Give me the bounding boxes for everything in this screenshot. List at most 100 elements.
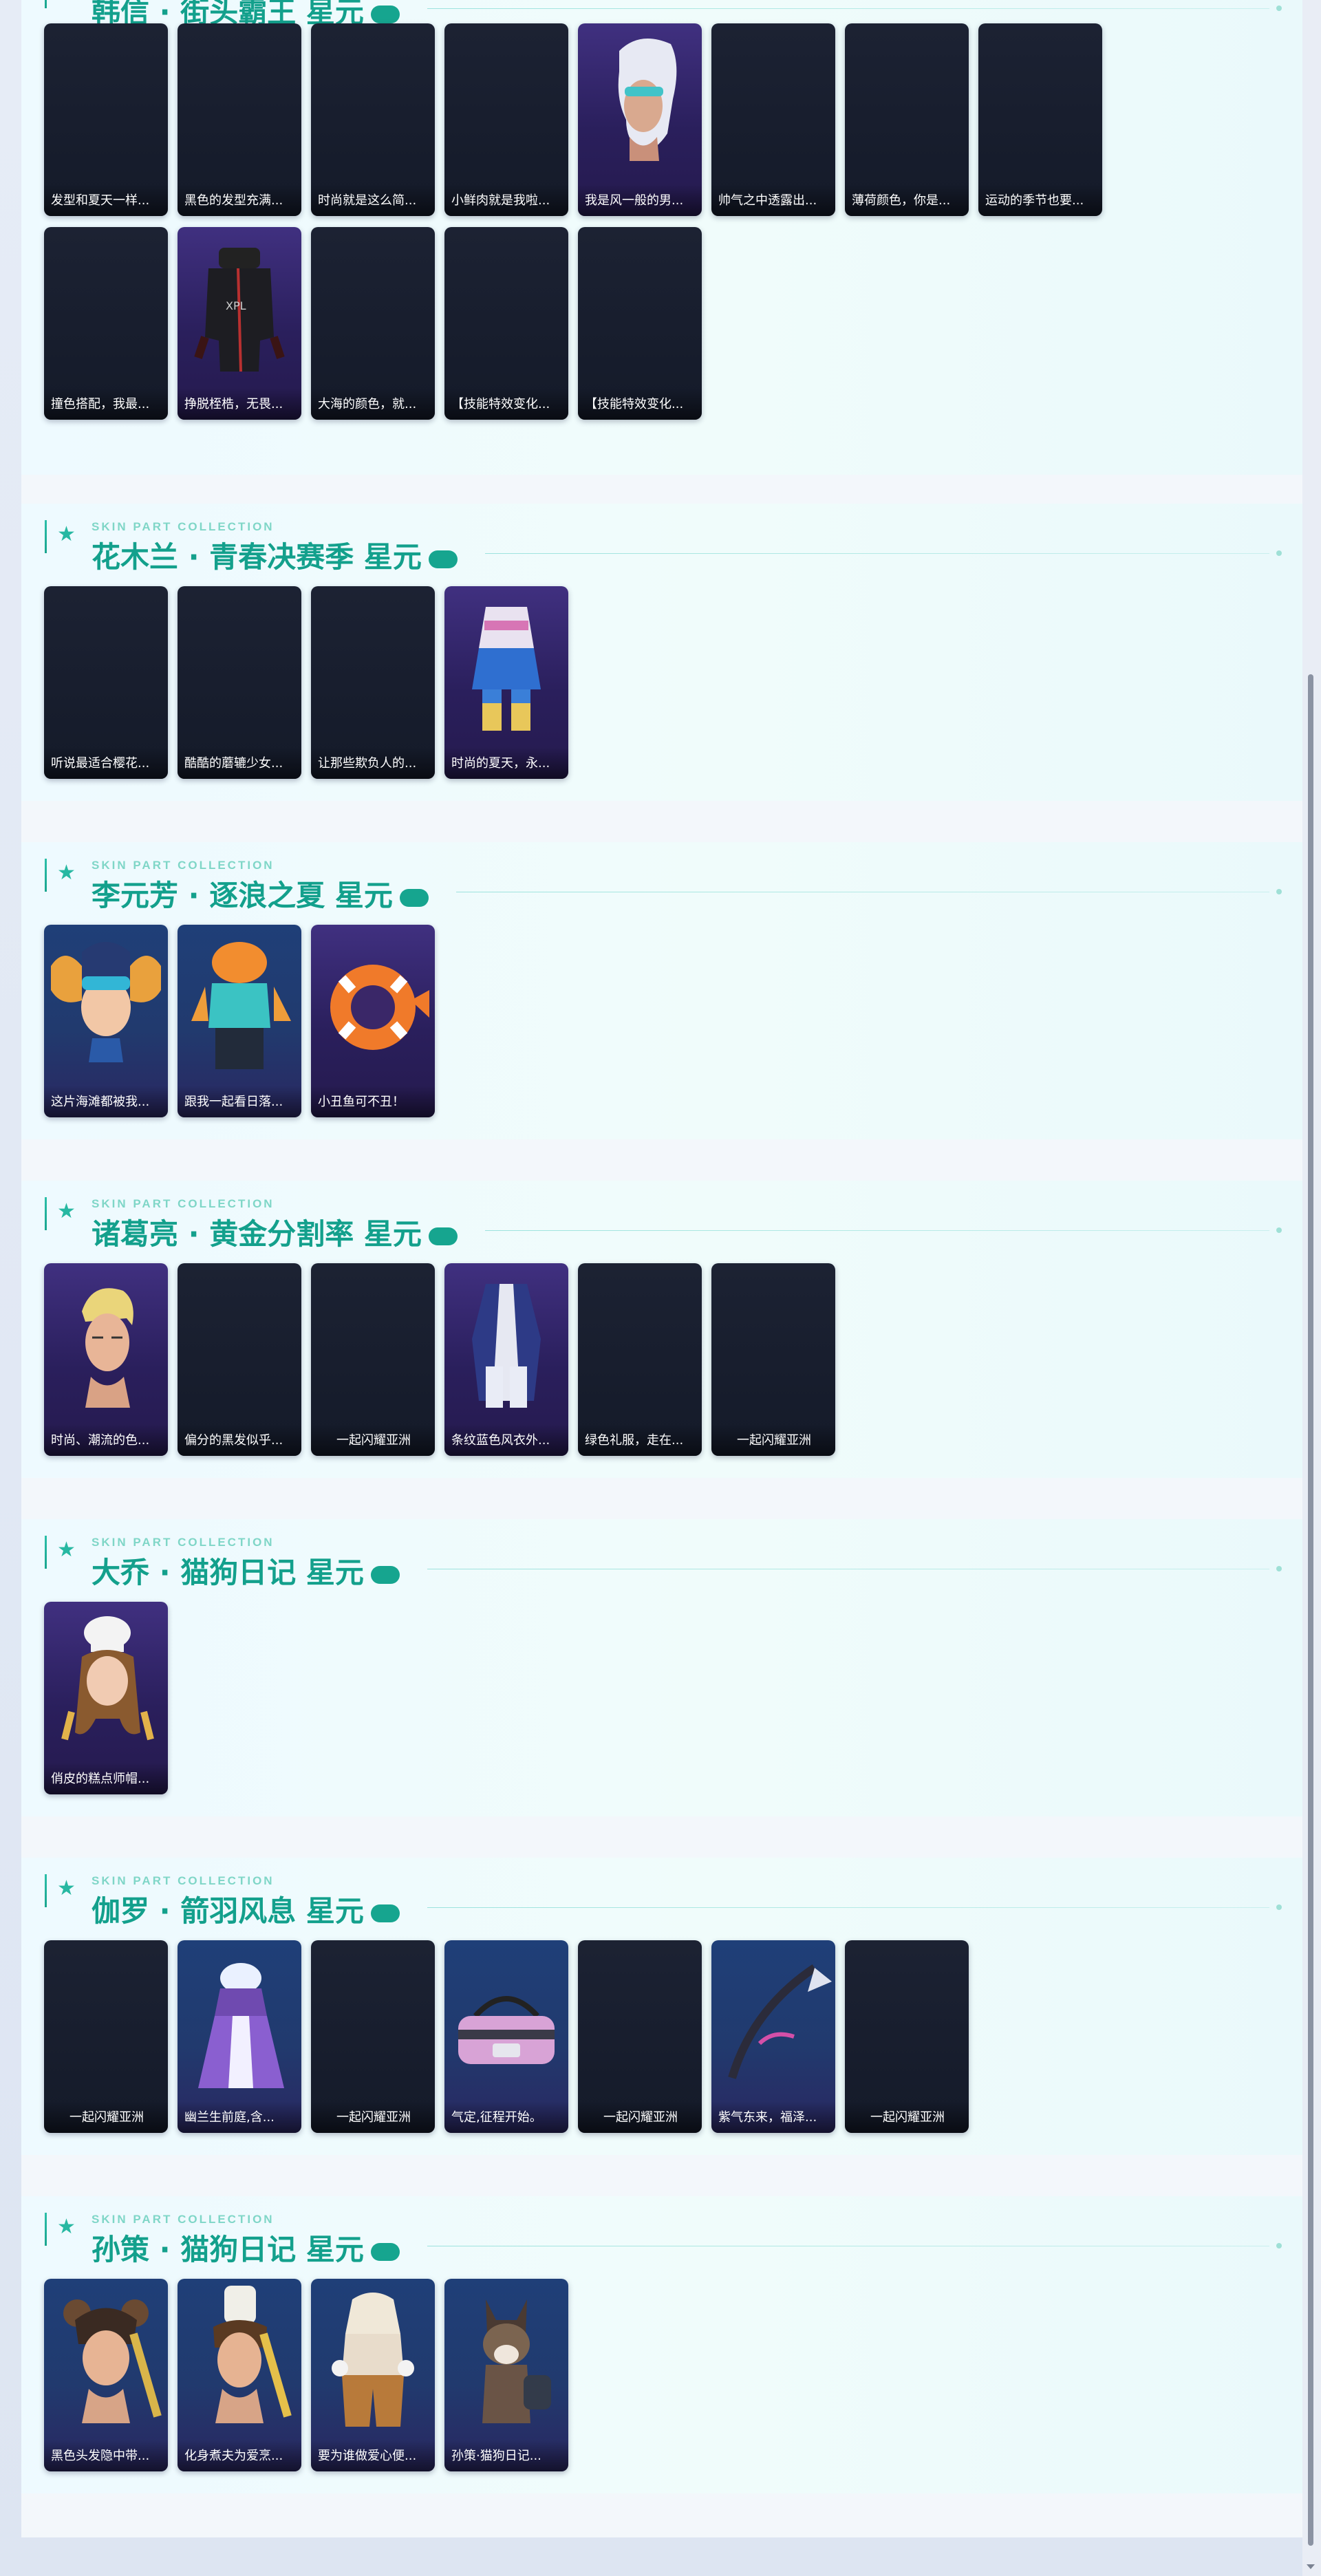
title-badge [370,1565,400,1584]
title-badge [428,1227,458,1245]
card-caption-text: 大海的颜色，就... [318,397,417,411]
section-title: 伽罗 · 箭羽风息 星元 [92,1888,400,1930]
skin-part-card[interactable]: 一起闪耀亚洲 [311,1263,435,1456]
card-caption: 一起闪耀亚洲 [578,2101,702,2133]
card-caption: 让那些欺负人的... [311,747,435,779]
title-badge [370,1904,400,1922]
scrollbar-thumb[interactable] [1308,674,1313,2546]
card-caption-text: 一起闪耀亚洲 [603,2110,678,2125]
card-caption-text: 一起闪耀亚洲 [336,1433,411,1448]
section-kicker: SKIN PART COLLECTION [92,2213,275,2226]
card-caption: 【技能特效变化... [578,388,702,420]
card-caption-text: 这片海滩都被我... [51,1095,150,1109]
title-badge [370,2242,400,2261]
skin-part-card[interactable]: 大海的颜色，就... [311,227,435,420]
section-end-dot [1276,1904,1282,1910]
section-divider [427,1907,1269,1908]
card-caption: 化身煮夫为爱烹... [178,2440,301,2471]
card-caption: 一起闪耀亚洲 [845,2101,969,2133]
skin-part-card[interactable]: 听说最适合樱花... [44,586,168,779]
card-caption-text: 运动的季节也要... [985,193,1084,208]
card-caption-text: 绿色礼服，走在... [585,1433,684,1448]
card-caption: 小鲜肉就是我啦... [444,184,568,216]
section-divider [484,1230,1269,1231]
skin-part-card[interactable]: 时尚就是这么简... [311,23,435,216]
skin-part-card[interactable]: 一起闪耀亚洲 [578,1940,702,2133]
card-caption: 黑色头发隐中带... [44,2440,168,2471]
scroll-down-arrow-icon[interactable] [1307,2564,1315,2569]
skin-part-card[interactable]: 绿色礼服，走在... [578,1263,702,1456]
skin-part-card[interactable]: 帅气之中透露出... [711,23,835,216]
card-caption-text: 一起闪耀亚洲 [69,2110,144,2125]
collection-section: ★ SKIN PART COLLECTION 花木兰 · 青春决赛季 星元 听说… [21,504,1302,801]
skin-part-card[interactable]: 条纹蓝色风衣外... [444,1263,568,1456]
skin-part-card[interactable]: 撞色搭配，我最... [44,227,168,420]
skin-part-card[interactable]: 气定,征程开始。 [444,1940,568,2133]
title-badge [370,5,400,23]
card-caption: 撞色搭配，我最... [44,388,168,420]
skin-part-card[interactable]: 化身煮夫为爱烹... [178,2279,301,2471]
skin-part-card[interactable]: 跟我一起看日落... [178,925,301,1117]
skin-part-card[interactable]: 黑色的发型充满... [178,23,301,216]
section-accent-bar [45,2213,47,2246]
card-caption-text: 【技能特效变化... [585,397,684,411]
section-title-text: 诸葛亮 · 黄金分割率 星元 [92,1217,422,1251]
skin-part-card[interactable]: 时尚的夏天，永... [444,586,568,779]
section-accent-bar [45,520,47,553]
skin-part-card[interactable]: 一起闪耀亚洲 [711,1263,835,1456]
skin-part-card[interactable]: 小鲜肉就是我啦... [444,23,568,216]
skin-part-card[interactable]: 时尚、潮流的色... [44,1263,168,1456]
skin-part-card[interactable]: 我是风一般的男... [578,23,702,216]
skin-part-card[interactable]: 黑色头发隐中带... [44,2279,168,2471]
card-caption: 【技能特效变化... [444,388,568,420]
skin-part-card[interactable]: 一起闪耀亚洲 [44,1940,168,2133]
skin-part-card[interactable]: 俏皮的糕点师帽... [44,1602,168,1794]
skin-part-card[interactable]: 小丑鱼可不丑！ [311,925,435,1117]
skin-part-card[interactable]: 薄荷颜色，你是... [845,23,969,216]
card-caption-text: 酷酷的蘑辘少女... [184,756,283,771]
section-title: 诸葛亮 · 黄金分割率 星元 [92,1211,458,1253]
hoodie-outfit-image [311,2279,435,2440]
section-kicker: SKIN PART COLLECTION [92,1197,275,1210]
card-caption-text: 紫气东来，福泽... [718,2110,817,2125]
skin-part-card[interactable]: 一起闪耀亚洲 [845,1940,969,2133]
white-hair-head-image [578,23,702,184]
skin-part-card[interactable]: 偏分的黑发似乎... [178,1263,301,1456]
section-end-dot [1276,1227,1282,1233]
card-caption: 俏皮的糕点师帽... [44,1763,168,1794]
skin-part-card[interactable]: 发型和夏天一样... [44,23,168,216]
card-caption-text: 帅气之中透露出... [718,193,817,208]
card-caption-text: 我是风一般的男... [585,193,684,208]
section-end-dot [1276,6,1282,11]
skin-part-card[interactable]: 【技能特效变化... [578,227,702,420]
card-caption: 听说最适合樱花... [44,747,168,779]
skin-part-card[interactable]: 一起闪耀亚洲 [311,1940,435,2133]
card-caption-text: 一起闪耀亚洲 [336,2110,411,2125]
skin-part-card[interactable]: 【技能特效变化... [444,227,568,420]
skin-part-card[interactable]: 让那些欺负人的... [311,586,435,779]
card-caption-text: 小鲜肉就是我啦... [451,193,550,208]
card-caption: 运动的季节也要... [978,184,1102,216]
card-caption: 幽兰生前庭,含... [178,2101,301,2133]
skin-part-card[interactable]: XPL 挣脱桎梏，无畏... [178,227,301,420]
skin-part-card[interactable]: 孙策·猫狗日记... [444,2279,568,2471]
skin-part-card[interactable]: 运动的季节也要... [978,23,1102,216]
section-accent-bar [45,0,47,8]
skin-part-card[interactable]: 紫气东来，福泽... [711,1940,835,2133]
skin-part-card[interactable]: 这片海滩都被我... [44,925,168,1117]
skin-part-card[interactable]: 要为谁做爱心便... [311,2279,435,2471]
section-end-dot [1276,550,1282,556]
vertical-scrollbar[interactable] [1302,0,1321,2576]
card-caption-text: 时尚的夏天，永... [451,756,550,771]
chef-head-image [44,1602,168,1763]
collection-section: ★ SKIN PART COLLECTION 孙策 · 猫狗日记 星元 黑色头发… [21,2196,1302,2493]
card-caption: 孙策·猫狗日记... [444,2440,568,2471]
star-icon: ★ [57,1877,76,1900]
section-kicker: SKIN PART COLLECTION [92,1536,275,1549]
card-caption: 一起闪耀亚洲 [311,1424,435,1456]
skin-part-card[interactable]: 幽兰生前庭,含... [178,1940,301,2133]
skin-part-card[interactable]: 酷酷的蘑辘少女... [178,586,301,779]
card-caption-text: 偏分的黑发似乎... [184,1433,283,1448]
collection-section: ★ SKIN PART COLLECTION 诸葛亮 · 黄金分割率 星元 时尚… [21,1181,1302,1478]
collection-page: ★ SKIN PART COLLECTION 韩信 · 街头霸王 星元 发型和夏… [21,0,1302,2537]
